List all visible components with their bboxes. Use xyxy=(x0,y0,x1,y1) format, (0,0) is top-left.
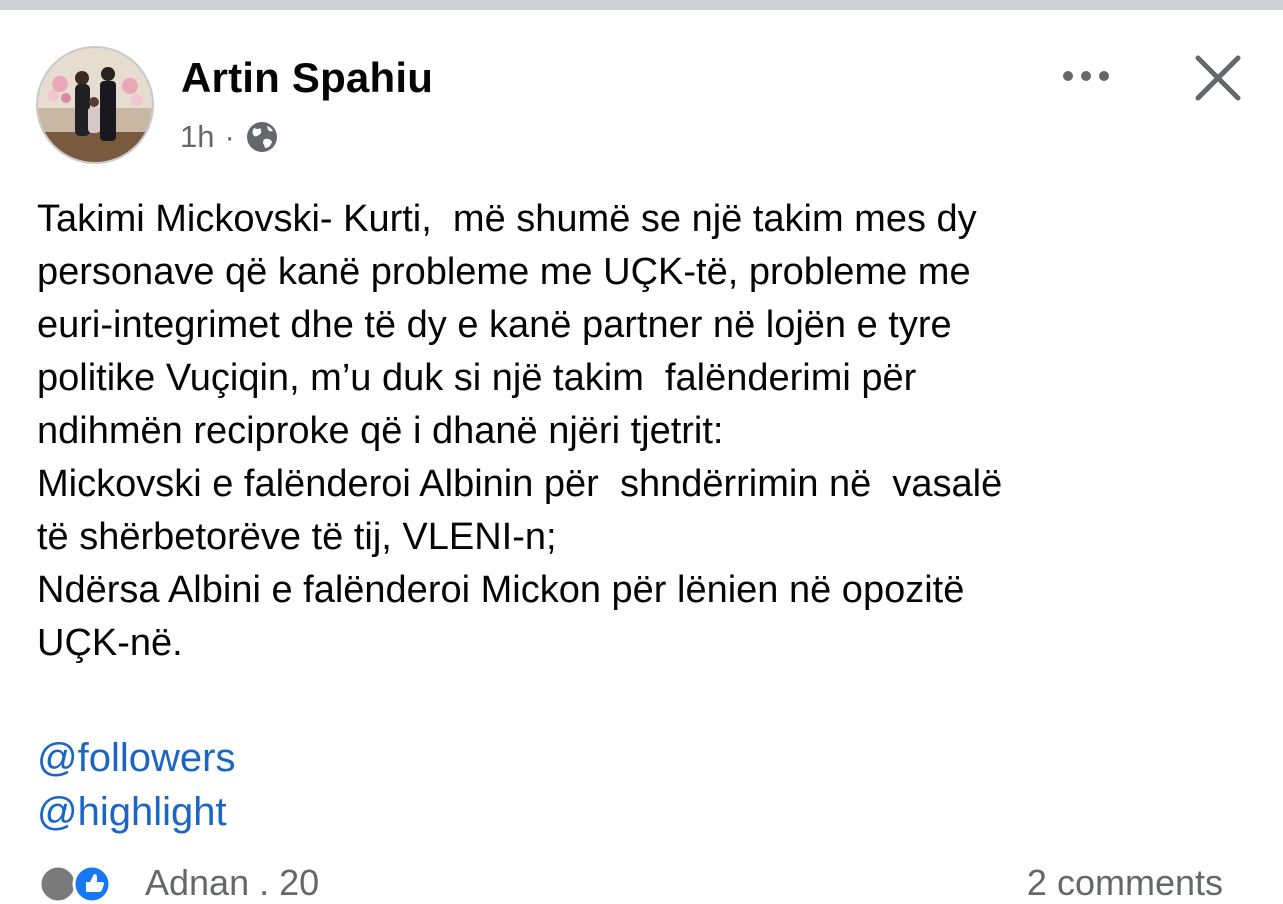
ellipsis-icon xyxy=(1063,71,1109,81)
post-text-line: personave që kanë probleme me UÇK-të, pr… xyxy=(37,251,971,293)
post-tags: @followers @highlight xyxy=(37,731,235,839)
author-name[interactable]: Artin Spahiu xyxy=(181,54,433,102)
post-meta: 1h · xyxy=(180,115,279,159)
more-options-button[interactable] xyxy=(1058,58,1114,94)
reaction-icons[interactable] xyxy=(36,862,136,902)
reaction-summary-bar: Adnan . 20 2 comments xyxy=(0,858,1283,903)
post-text-line: të shërbetorëve të tij, VLENI-n; xyxy=(37,516,557,558)
top-strip xyxy=(0,0,1283,10)
post-time[interactable]: 1h xyxy=(180,119,214,155)
reactors-count[interactable]: Adnan . 20 xyxy=(145,862,319,904)
post-text-line: Takimi Mickovski- Kurti, më shumë se një… xyxy=(37,198,977,240)
avatar[interactable] xyxy=(36,46,154,164)
comments-count[interactable]: 2 comments xyxy=(1027,862,1223,904)
post-text-line: UÇK-në. xyxy=(37,622,183,664)
post-body: Takimi Mickovski- Kurti, më shumë se një… xyxy=(37,193,1257,670)
tag-followers-link[interactable]: @followers xyxy=(37,731,235,785)
meta-separator: · xyxy=(224,119,235,154)
post-text-line: euri-integrimet dhe të dy e kanë partner… xyxy=(37,304,952,346)
close-button[interactable] xyxy=(1190,52,1246,108)
globe-icon[interactable] xyxy=(245,120,279,154)
tag-highlight-link[interactable]: @highlight xyxy=(37,785,235,839)
avatar-photo xyxy=(38,48,152,162)
post-text-line: Ndërsa Albini e falënderoi Mickon për lë… xyxy=(37,569,965,611)
close-icon xyxy=(1195,55,1241,101)
post-text-line: politike Vuçiqin, m’u duk si një takim f… xyxy=(37,357,917,399)
post-text-line: ndihmën reciproke që i dhanë njëri tjetr… xyxy=(37,410,724,452)
post-text-line: Mickovski e falënderoi Albinin për shndë… xyxy=(37,463,1003,505)
